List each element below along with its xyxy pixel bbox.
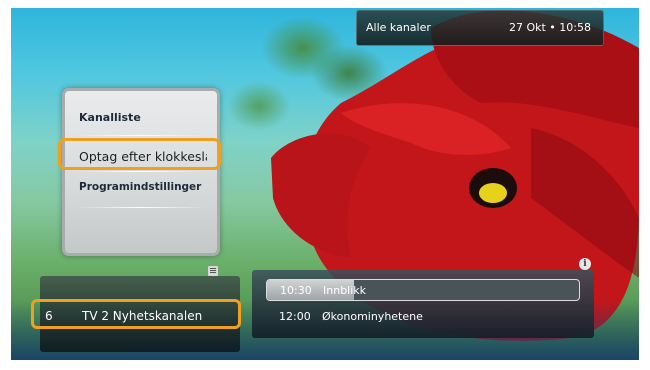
epg-title: Innblikk <box>323 284 367 297</box>
epg-row-current[interactable]: 10:30 Innblikk <box>266 279 580 301</box>
menu-separator <box>75 135 207 136</box>
menu-separator <box>75 207 207 208</box>
info-icon[interactable]: i <box>579 258 591 270</box>
channel-name: TV 2 Nyhetskanalen <box>82 309 203 323</box>
menu-item-kanalliste[interactable]: Kanalliste <box>79 111 141 124</box>
channel-group-label: Alle kanaler <box>366 21 431 34</box>
channel-number: 6 <box>45 309 53 323</box>
menu-selection-highlight <box>58 138 221 170</box>
menu-item-programindstillinger[interactable]: Programindstillinger <box>79 181 201 193</box>
list-icon <box>208 266 218 276</box>
date-time-label: 27 Okt • 10:58 <box>508 21 591 34</box>
options-menu: Kanalliste Optag efter klokkeslæt Progra… <box>58 88 221 256</box>
epg-title[interactable]: Økonominyhetene <box>322 310 423 323</box>
menu-separator <box>75 171 207 172</box>
info-bar: Alle kanaler 27 Okt • 10:58 <box>356 10 604 46</box>
epg-time: 12:00 <box>279 310 311 323</box>
epg-time: 10:30 <box>280 284 312 297</box>
